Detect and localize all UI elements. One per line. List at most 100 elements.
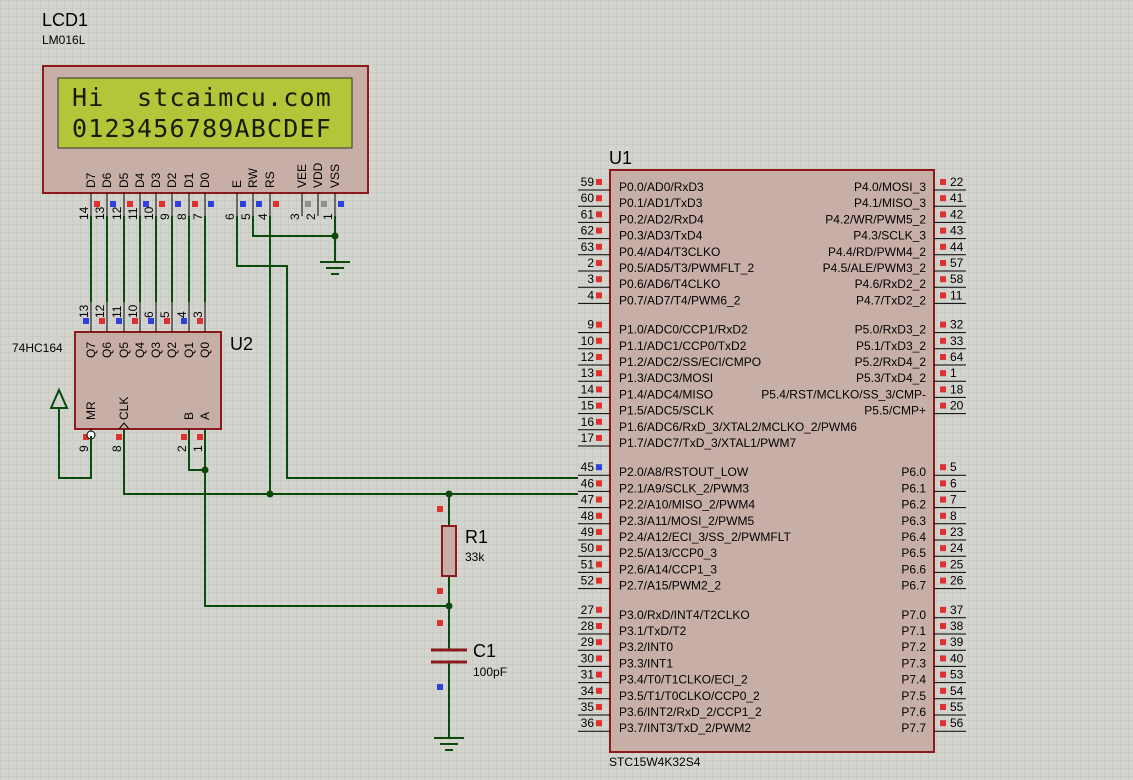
mcu-pin-name: P2.3/A11/MOSI_2/PWM5: [619, 514, 754, 528]
mcu-pin-name: P7.6: [901, 705, 926, 719]
mcu-pin-name: P6.2: [901, 498, 926, 512]
mcu-pin-marker: [940, 687, 946, 694]
mcu-pin-number: 27: [581, 603, 595, 617]
mcu-pin-marker: [596, 545, 602, 552]
capacitor-pin-top: [437, 620, 443, 626]
mcu-pin-number: 20: [950, 399, 964, 413]
mcu-component[interactable]: U1 STC15W4K32S4 P0.0/AD0/RxD359P0.1/AD1/…: [578, 148, 966, 769]
lcd-pin-number: 9: [158, 213, 172, 220]
mcu-pin-name: P5.2/RxD4_2: [855, 355, 927, 369]
shift-pin-number: 2: [175, 445, 189, 452]
lcd-pin-number: 3: [288, 213, 302, 220]
mcu-pin-marker: [940, 545, 946, 552]
lcd-pin-name: VSS: [328, 164, 342, 188]
mcu-pin-marker: [596, 354, 602, 360]
mcu-pin-marker: [596, 639, 602, 646]
lcd-pin-marker: [273, 201, 279, 207]
lcd-ref-label: LCD1: [42, 10, 88, 30]
lcd-pin-marker: [143, 201, 149, 207]
mcu-pin-number: 11: [950, 288, 963, 302]
lcd-pin-marker: [94, 201, 100, 207]
shift-pin-name: MR: [84, 401, 98, 420]
mcu-pin-number: 37: [950, 603, 964, 617]
mcu-pin-marker: [940, 243, 946, 250]
mcu-pin-name: P4.4/RD/PWM4_2: [828, 245, 926, 259]
mcu-pin-marker: [596, 292, 602, 299]
lcd-pin-number: 4: [256, 213, 270, 220]
mcu-pin-marker: [940, 480, 946, 487]
shift-pin-marker: [181, 318, 187, 324]
mcu-pin-name: P4.2/WR/PWM5_2: [825, 212, 926, 226]
mcu-pin-marker: [940, 321, 946, 328]
resistor-pin-bottom: [437, 588, 443, 594]
lcd-pin-name: D2: [165, 172, 179, 188]
mcu-pin-name: P2.5/A13/CCP0_3: [619, 546, 717, 560]
mcu-pin-name: P4.1/MISO_3: [854, 196, 926, 210]
shift-pin-name: Q5: [117, 342, 131, 358]
mcu-pin-number: 57: [950, 256, 964, 270]
mcu-pin-number: 15: [581, 399, 595, 413]
mcu-pin-name: P3.4/T0/T1CLKO/ECI_2: [619, 673, 748, 687]
mcu-pin-number: 30: [581, 651, 595, 665]
resistor-body: [441, 525, 457, 577]
mcu-pin-marker: [596, 321, 602, 328]
mcu-pin-number: 54: [950, 684, 964, 698]
mcu-pin-number: 26: [950, 574, 964, 588]
mcu-pin-marker: [940, 606, 946, 613]
mcu-pin-marker: [940, 354, 946, 360]
mcu-pin-marker: [940, 386, 946, 393]
mcu-pin-number: 22: [950, 175, 964, 189]
lcd-pin-marker: [240, 201, 246, 207]
mcu-pin-number: 47: [581, 493, 595, 507]
shift-pin-number: 3: [191, 311, 205, 318]
mcu-pin-name: P7.7: [901, 721, 926, 735]
lcd-pin-number: 14: [77, 206, 91, 220]
lcd-pin-name: RW: [246, 168, 260, 188]
lcd-pin-number: 1: [321, 213, 335, 220]
mcu-pin-marker: [596, 606, 602, 613]
mcu-pin-number: 48: [581, 509, 595, 523]
mcu-pin-number: 42: [950, 207, 964, 221]
mcu-pin-number: 31: [581, 668, 595, 682]
mcu-pin-marker: [940, 512, 946, 519]
mcu-pin-number: 59: [581, 175, 595, 189]
mcu-pin-marker: [940, 370, 946, 377]
mcu-pin-marker: [940, 195, 946, 202]
mcu-pin-number: 17: [581, 431, 595, 445]
lcd-pin-number: 11: [126, 207, 140, 220]
lcd-pin-name: E: [230, 180, 244, 188]
mcu-pin-number: 36: [581, 716, 595, 730]
mcu-pin-name: P3.0/RxD/INT4/T2CLKO: [619, 608, 750, 622]
lcd-pin-marker: [192, 201, 198, 207]
mcu-pin-number: 14: [581, 382, 595, 396]
lcd-pin-marker: [159, 201, 165, 207]
mcu-pin-name: P4.6/RxD2_2: [855, 277, 927, 291]
mcu-pin-name: P5.4/RST/MCLKO/SS_3/CMP-: [761, 387, 926, 401]
lcd-pin-marker: [175, 201, 181, 207]
mcu-pin-name: P0.1/AD1/TxD3: [619, 196, 703, 210]
mcu-pin-marker: [940, 623, 946, 629]
mcu-pin-name: P0.0/AD0/RxD3: [619, 180, 704, 194]
mcu-pin-marker: [940, 337, 946, 344]
mcu-pin-name: P6.1: [901, 481, 926, 495]
lcd-pin-marker: [110, 201, 116, 207]
mcu-part-label: STC15W4K32S4: [609, 755, 701, 769]
shift-pin-number: 12: [93, 304, 107, 318]
shift-pin-name: Q2: [165, 342, 179, 358]
mcu-pin-number: 8: [950, 509, 957, 523]
mcu-pin-number: 58: [950, 272, 964, 286]
mcu-pin-number: 61: [581, 207, 595, 221]
mcu-pin-name: P7.1: [901, 624, 926, 638]
resistor-value-label: 33k: [465, 550, 485, 564]
mcu-pin-name: P3.7/INT3/TxD_2/PWM2: [619, 721, 751, 735]
shift-part-label: 74HC164: [12, 341, 63, 355]
mcu-pin-marker: [940, 720, 946, 727]
mcu-pin-marker: [596, 655, 602, 662]
lcd-line-2: 0123456789ABCDEF: [72, 114, 332, 143]
mcu-pin-name: P3.5/T1/T0CLKO/CCP0_2: [619, 689, 760, 703]
shift-pin-name: Q3: [149, 342, 163, 358]
mcu-pin-name: P4.7/TxD2_2: [856, 293, 926, 307]
lcd-pin-name: D7: [84, 172, 98, 188]
mcu-pin-marker: [940, 260, 946, 266]
shift-pin-marker: [181, 434, 187, 440]
